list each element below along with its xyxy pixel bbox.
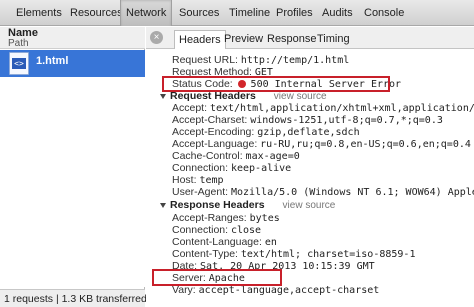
header-value: text/html,application/xhtml+xml,applicat…	[209, 103, 474, 114]
triangle-down-icon	[160, 93, 166, 99]
header-value: max-age=0	[245, 151, 300, 162]
tab-audits[interactable]: Audits	[320, 0, 355, 26]
header-value: text/html; charset=iso-8859-1	[240, 249, 416, 260]
header-value: gzip,deflate,sdch	[257, 127, 360, 138]
server-highlight	[152, 269, 282, 286]
details-tabbar: × Headers Preview Response Timing	[146, 27, 474, 49]
header-value: Mozilla/5.0 (Windows NT 6.1; WOW64) Appl…	[230, 187, 474, 198]
request-url-row: Request URL: http://temp/1.html	[172, 54, 349, 67]
header-value: accept-language,accept-charset	[198, 285, 380, 296]
response-headers-title: Response Headers	[170, 199, 265, 211]
network-summary: 1 requests | 1.3 KB transferred	[4, 293, 147, 305]
request-header-row: User-Agent: Mozilla/5.0 (Windows NT 6.1;…	[172, 186, 474, 199]
header-value: bytes	[249, 213, 280, 224]
network-status-bar: 1 requests | 1.3 KB transferred	[0, 289, 147, 307]
header-key: Accept-Encoding:	[172, 126, 255, 138]
tab-timeline[interactable]: Timeline	[227, 0, 272, 26]
header-key: Connection:	[172, 224, 229, 236]
close-icon[interactable]: ×	[150, 31, 163, 44]
tab-timing[interactable]: Timing	[313, 30, 354, 49]
response-header-row: Connection: close	[172, 224, 262, 237]
header-key: Content-Type:	[172, 248, 238, 260]
header-key: Accept:	[172, 102, 208, 114]
triangle-down-icon	[160, 202, 166, 208]
header-key: Content-Language:	[172, 236, 262, 248]
request-file-name: 1.html	[36, 55, 69, 67]
request-list-empty-area	[0, 77, 145, 287]
request-url-value[interactable]: http://temp/1.html	[241, 55, 349, 66]
response-view-source-link[interactable]: view source	[283, 200, 336, 211]
response-header-row: Vary: accept-language,accept-charset	[172, 285, 380, 297]
header-value: temp	[199, 175, 224, 186]
header-key: Cache-Control:	[172, 150, 243, 162]
status-code-highlight	[162, 76, 390, 92]
request-header-row: Cache-Control: max-age=0	[172, 150, 300, 163]
request-header-row: Accept: text/html,application/xhtml+xml,…	[172, 102, 474, 115]
request-row[interactable]: <> 1.html	[0, 50, 145, 77]
tab-elements[interactable]: Elements	[14, 0, 64, 26]
html-file-icon: <>	[9, 52, 29, 75]
request-view-source-link[interactable]: view source	[274, 91, 327, 102]
request-list-panel: Name Path <> 1.html 1 requests | 1.3 KB …	[0, 27, 147, 307]
header-value: ru-RU,ru;q=0.8,en-US;q=0.6,en;q=0.4	[260, 139, 471, 150]
request-header-row: Accept-Encoding: gzip,deflate,sdch	[172, 126, 360, 139]
tab-response[interactable]: Response	[263, 30, 321, 49]
tab-preview[interactable]: Preview	[220, 30, 267, 49]
header-value: windows-1251,utf-8;q=0.7,*;q=0.3	[250, 115, 443, 126]
header-key: Accept-Ranges:	[172, 212, 247, 224]
request-url-key: Request URL:	[172, 54, 238, 66]
request-list-header[interactable]: Name Path	[0, 27, 145, 49]
request-details-panel: × Headers Preview Response Timing Reques…	[146, 27, 474, 307]
devtools-toolbar: Elements Resources Network Sources Timel…	[0, 0, 474, 26]
response-header-row: Content-Language: en	[172, 236, 277, 249]
response-header-row: Accept-Ranges: bytes	[172, 212, 280, 225]
header-key: Accept-Charset:	[172, 114, 248, 126]
column-path-label: Path	[8, 38, 29, 49]
request-headers-section[interactable]: Request Headers view source	[160, 91, 327, 102]
response-header-row: Content-Type: text/html; charset=iso-885…	[172, 248, 416, 261]
header-key: User-Agent:	[172, 186, 229, 198]
header-value: keep-alive	[230, 163, 292, 174]
tab-resources[interactable]: Resources	[68, 0, 125, 26]
request-header-row: Host: temp	[172, 174, 224, 187]
request-header-row: Accept-Language: ru-RU,ru;q=0.8,en-US;q=…	[172, 138, 471, 151]
header-key: Host:	[172, 174, 197, 186]
tab-profiles[interactable]: Profiles	[274, 0, 315, 26]
request-header-row: Connection: keep-alive	[172, 162, 292, 175]
header-value: close	[230, 225, 262, 236]
headers-content: Request URL: http://temp/1.html Request …	[146, 49, 474, 307]
header-key: Connection:	[172, 162, 229, 174]
tab-console[interactable]: Console	[362, 0, 406, 26]
header-key: Accept-Language:	[172, 138, 258, 150]
header-value: en	[264, 237, 277, 248]
tab-network[interactable]: Network	[120, 0, 173, 26]
tab-sources[interactable]: Sources	[177, 0, 221, 26]
tab-headers[interactable]: Headers	[174, 30, 226, 49]
request-header-row: Accept-Charset: windows-1251,utf-8;q=0.7…	[172, 114, 443, 127]
response-headers-section[interactable]: Response Headers view source	[160, 200, 335, 211]
